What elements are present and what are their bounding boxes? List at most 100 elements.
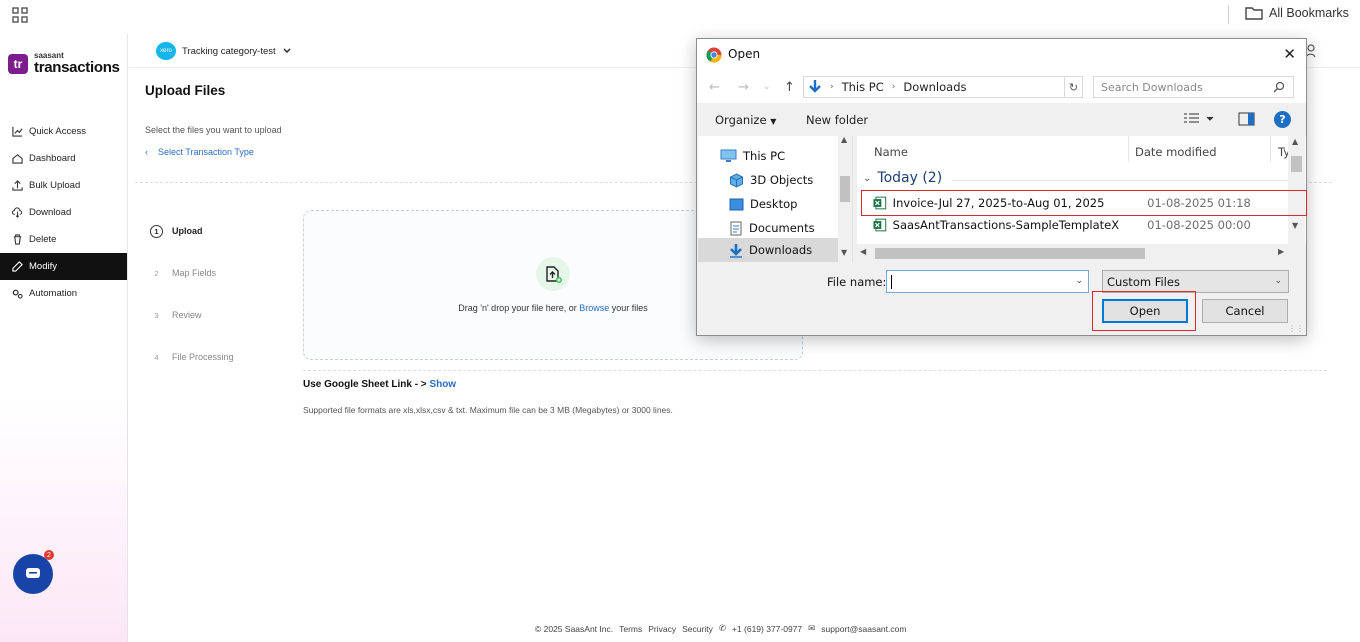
step-file-processing: 4 File Processing [150,336,233,378]
tree-item-desktop[interactable]: Desktop [729,192,797,216]
browse-link[interactable]: Browse [579,303,609,313]
tree-item-label: 3D Objects [750,173,814,187]
refresh-icon[interactable]: ↻ [1064,77,1082,97]
group-label: Today (2) [877,170,943,186]
sidebar-item-quick-access[interactable]: Quick Access [0,118,127,145]
sidebar-item-label: Download [29,207,72,218]
close-icon[interactable]: ✕ [1283,45,1296,63]
xero-logo-icon: xero [156,42,176,60]
new-folder-button[interactable]: New folder [806,113,868,127]
file-type-filter[interactable]: Custom Files ⌄ [1102,270,1289,293]
organization-selector[interactable]: xero Tracking category-test [156,42,292,60]
email-icon: ✉ [808,623,816,633]
download-arrow-icon [809,80,821,93]
breadcrumb-separator: › [830,82,834,92]
sidebar-item-label: Quick Access [29,126,87,137]
select-transaction-type-link[interactable]: ‹ Select Transaction Type [145,147,254,157]
scroll-right-icon[interactable]: ▶ [1278,247,1284,256]
file-row[interactable]: SaasAntTransactions-SampleTemplateXer...… [863,214,1298,236]
column-header-date[interactable]: Date modified [1135,145,1217,159]
cancel-button[interactable]: Cancel [1202,299,1288,323]
sidebar-item-bulk-upload[interactable]: Bulk Upload [0,172,127,199]
file-highlight-box [861,190,1307,216]
sidebar-item-label: Modify [29,261,57,272]
scrollbar-thumb[interactable] [840,176,850,202]
caret-down-icon: ▼ [770,117,777,126]
column-divider [1128,136,1129,162]
recent-locations-icon[interactable]: ⌄ [763,82,771,92]
sidebar-nav: Quick Access Dashboard Bulk Upload Downl… [0,118,127,307]
chat-button[interactable] [13,554,53,594]
address-row: ← → ⌄ ↑ › This PC › Downloads ⌄ ↻ Search… [697,70,1306,103]
footer-copyright: © 2025 SaasAnt Inc. [535,623,614,634]
tree-item-this-pc[interactable]: This PC [720,144,785,168]
step-label: Upload [172,226,203,236]
search-downloads-input[interactable]: Search Downloads [1093,76,1294,98]
scroll-down-icon[interactable]: ▼ [841,248,847,257]
file-upload-icon [536,257,570,291]
back-arrow-icon[interactable]: ← [709,80,720,95]
column-header-name[interactable]: Name [874,145,908,159]
sidebar-item-download[interactable]: Download [0,199,127,226]
footer-email[interactable]: support@saasant.com [821,624,906,634]
documents-icon [730,221,742,235]
preview-pane-icon[interactable] [1238,111,1255,130]
google-sheet-label: Use Google Sheet Link - > [303,379,430,390]
scroll-up-icon[interactable]: ▲ [841,136,847,144]
open-file-dialog: Open ✕ ← → ⌄ ↑ › This PC › Downloads ⌄ ↻… [696,38,1307,336]
google-sheet-show-link[interactable]: Show [429,379,456,390]
footer-privacy-link[interactable]: Privacy [648,624,676,634]
tree-item-3d-objects[interactable]: 3D Objects [729,168,813,192]
help-icon[interactable]: ? [1274,111,1291,128]
file-name-input[interactable]: ⌄ [886,270,1089,293]
address-bar[interactable]: › This PC › Downloads ⌄ ↻ [803,76,1158,98]
page-title: Upload Files [145,83,226,98]
organize-menu[interactable]: Organize ▼ [715,113,776,127]
tree-item-downloads[interactable]: Downloads [698,238,838,262]
app-logo[interactable]: tr saasant transactions [8,52,120,75]
divider [303,370,1327,371]
tree-item-label: Downloads [749,243,813,257]
scrollbar-thumb[interactable] [1291,156,1302,172]
up-arrow-icon[interactable]: ↑ [784,80,795,95]
logo-product: transactions [34,59,120,76]
resize-grip-icon[interactable]: ⋮⋮ [1288,324,1304,333]
chart-icon [12,126,23,137]
chevron-down-icon: ⌄ [1274,276,1282,286]
tree-item-documents[interactable]: Documents [729,216,815,240]
footer: © 2025 SaasAnt Inc. Terms Privacy Securi… [535,623,906,634]
scrollbar-thumb[interactable] [875,248,1145,259]
text-caret [891,275,892,289]
step-number: 2 [154,268,159,278]
breadcrumb-downloads[interactable]: Downloads [903,80,966,94]
group-header-today[interactable]: ⌄ Today (2) [863,170,942,186]
sidebar-item-automation[interactable]: Automation [0,280,127,307]
step-number: 1 [150,224,163,238]
sidebar-item-delete[interactable]: Delete [0,226,127,253]
breadcrumb-this-pc[interactable]: This PC [842,80,884,94]
footer-security-link[interactable]: Security [682,624,713,634]
scroll-left-icon[interactable]: ◀ [860,247,866,256]
stepper: 1 Upload 2 Map Fields 3 Review 4 File Pr… [150,210,234,378]
all-bookmarks-label: All Bookmarks [1269,6,1349,20]
user-settings-icon[interactable] [1305,44,1319,58]
sidebar-item-modify[interactable]: Modify [0,253,127,280]
forward-arrow-icon[interactable]: → [738,80,749,95]
all-bookmarks-button[interactable]: All Bookmarks [1245,6,1349,20]
apps-grid-icon[interactable] [12,7,28,23]
scroll-up-icon[interactable]: ▲ [1292,137,1298,146]
folder-icon [1245,7,1263,20]
organize-label: Organize [715,113,767,127]
footer-terms-link[interactable]: Terms [619,624,642,634]
chat-badge: 2 [44,550,54,560]
open-button[interactable]: Open [1102,299,1188,323]
trash-icon [13,234,22,245]
view-options-icon[interactable] [1183,111,1217,130]
scroll-down-icon[interactable]: ▼ [1292,221,1298,230]
chevron-down-icon[interactable]: ⌄ [1075,276,1083,286]
monitor-icon [720,149,737,162]
file-list-horizontal-scrollbar[interactable]: ◀ ▶ [857,244,1306,262]
step-number: 3 [154,310,159,320]
tree-scrollbar[interactable]: ▲ ▼ [838,136,852,262]
sidebar-item-dashboard[interactable]: Dashboard [0,145,127,172]
